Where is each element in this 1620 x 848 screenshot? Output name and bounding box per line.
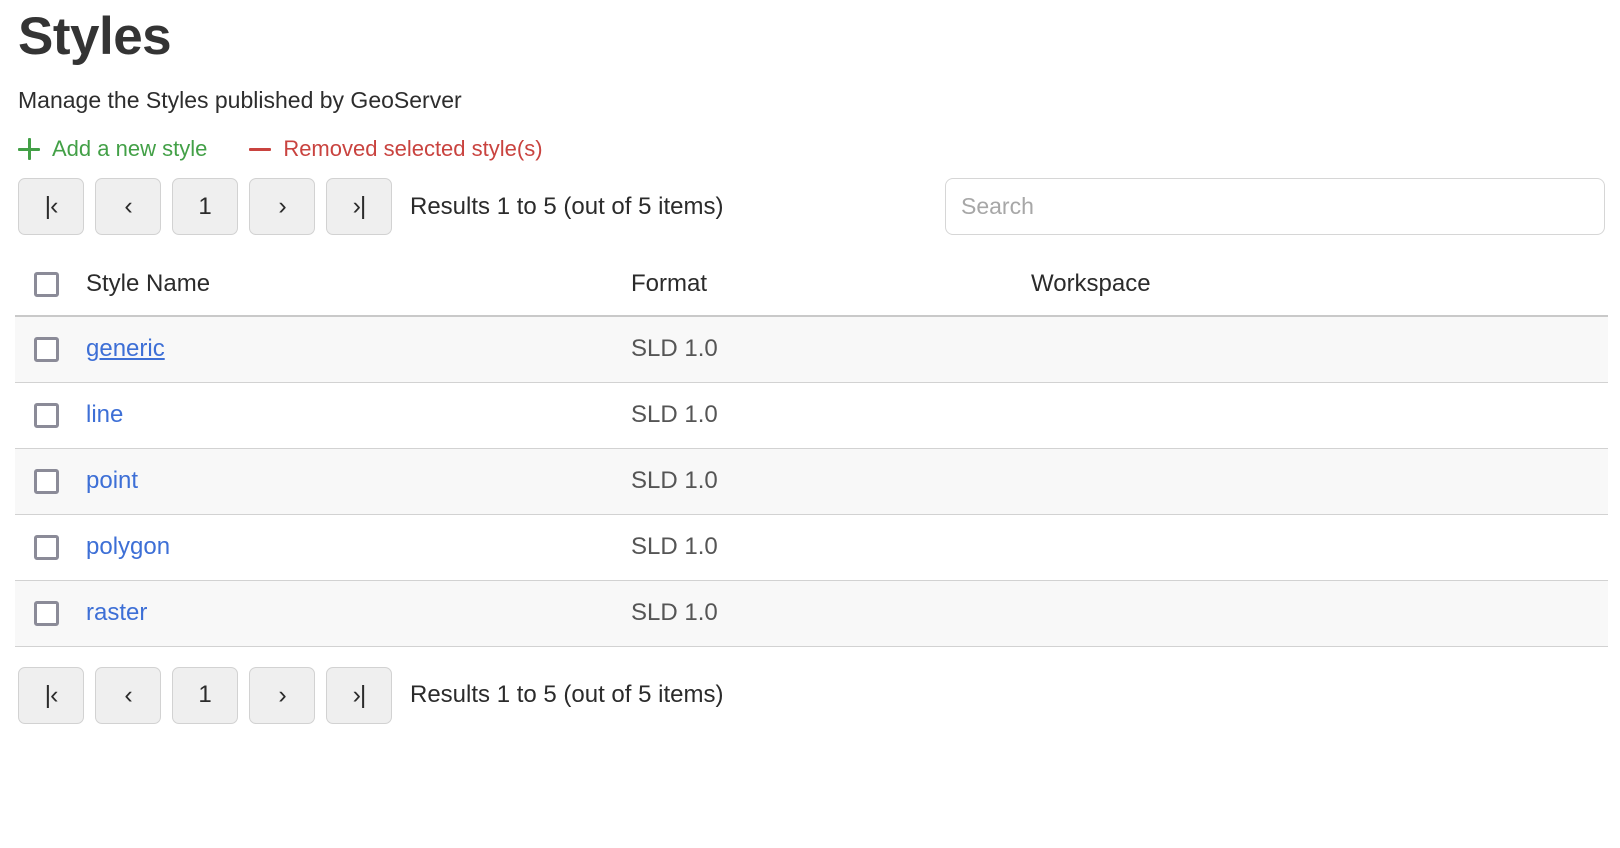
row-checkbox[interactable] xyxy=(34,336,59,362)
styles-table: Style Name Format Workspace generic SLD … xyxy=(15,253,1608,647)
last-page-button-top[interactable]: ›| xyxy=(326,178,392,236)
first-page-button-top[interactable]: |‹ xyxy=(18,178,84,236)
style-format-cell: SLD 1.0 xyxy=(631,448,1031,515)
pagination-top: |‹ ‹ 1 › ›| Results 1 to 5 (out of 5 ite… xyxy=(14,160,1606,236)
select-all-checkbox[interactable] xyxy=(34,271,59,297)
pagination-controls-bottom: |‹ ‹ 1 › ›| xyxy=(18,666,392,724)
remove-selected-styles-button[interactable]: Removed selected style(s) xyxy=(249,136,543,162)
row-checkbox[interactable] xyxy=(34,534,59,560)
style-link[interactable]: polygon xyxy=(86,533,170,560)
first-page-button-bottom[interactable]: |‹ xyxy=(18,666,84,724)
styles-page: Styles Manage the Styles published by Ge… xyxy=(0,0,1620,724)
style-name-cell: line xyxy=(81,382,631,449)
page-number-button-bottom[interactable]: 1 xyxy=(172,666,238,724)
style-workspace-cell xyxy=(1031,580,1608,647)
style-link[interactable]: line xyxy=(86,401,123,428)
next-page-button-top[interactable]: › xyxy=(249,178,315,236)
row-select-cell xyxy=(15,316,81,383)
next-page-button-bottom[interactable]: › xyxy=(249,666,315,724)
style-link[interactable]: raster xyxy=(86,599,147,626)
style-workspace-cell xyxy=(1031,382,1608,449)
row-select-cell xyxy=(15,382,81,449)
minus-icon xyxy=(249,138,272,160)
pagination-controls-top: |‹ ‹ 1 › ›| xyxy=(18,178,392,236)
style-link[interactable]: generic xyxy=(86,335,165,362)
style-format-cell: SLD 1.0 xyxy=(631,514,1031,581)
style-name-cell: polygon xyxy=(81,514,631,581)
search-container xyxy=(945,178,1605,236)
row-checkbox[interactable] xyxy=(34,402,59,428)
page-subtitle: Manage the Styles published by GeoServer xyxy=(18,86,462,113)
column-header-style-name[interactable]: Style Name xyxy=(81,253,631,318)
page-number-button-top[interactable]: 1 xyxy=(172,178,238,236)
style-workspace-cell xyxy=(1031,316,1608,383)
table-row: point SLD 1.0 xyxy=(15,448,1608,515)
row-select-cell xyxy=(15,580,81,647)
style-name-cell: point xyxy=(81,448,631,515)
style-format-cell: SLD 1.0 xyxy=(631,580,1031,647)
table-row: generic SLD 1.0 xyxy=(15,316,1608,383)
table-row: raster SLD 1.0 xyxy=(15,580,1608,647)
column-header-workspace[interactable]: Workspace xyxy=(1031,253,1608,318)
remove-selected-styles-label: Removed selected style(s) xyxy=(283,136,543,162)
results-status-bottom: Results 1 to 5 (out of 5 items) xyxy=(410,681,724,709)
previous-page-button-top[interactable]: ‹ xyxy=(95,178,161,236)
row-checkbox[interactable] xyxy=(34,468,59,494)
table-row: polygon SLD 1.0 xyxy=(15,514,1608,581)
table-header-row: Style Name Format Workspace xyxy=(15,253,1608,318)
results-status-top: Results 1 to 5 (out of 5 items) xyxy=(410,192,724,220)
column-header-format[interactable]: Format xyxy=(631,253,1031,318)
style-format-cell: SLD 1.0 xyxy=(631,382,1031,449)
style-name-cell: generic xyxy=(81,316,631,383)
add-new-style-label: Add a new style xyxy=(52,136,208,162)
style-workspace-cell xyxy=(1031,514,1608,581)
last-page-button-bottom[interactable]: ›| xyxy=(326,666,392,724)
table-body: generic SLD 1.0 line SLD 1.0 point SLD 1… xyxy=(15,316,1608,647)
select-all-header-cell xyxy=(15,253,81,318)
row-checkbox[interactable] xyxy=(34,600,59,626)
style-name-cell: raster xyxy=(81,580,631,647)
plus-icon xyxy=(18,138,40,161)
add-new-style-button[interactable]: Add a new style xyxy=(18,136,208,162)
previous-page-button-bottom[interactable]: ‹ xyxy=(95,666,161,724)
page-title: Styles xyxy=(18,7,172,66)
search-input[interactable] xyxy=(945,178,1605,236)
style-format-cell: SLD 1.0 xyxy=(631,316,1031,383)
table-row: line SLD 1.0 xyxy=(15,382,1608,449)
row-select-cell xyxy=(15,448,81,515)
table-header: Style Name Format Workspace xyxy=(15,253,1608,318)
style-link[interactable]: point xyxy=(86,467,138,494)
row-select-cell xyxy=(15,514,81,581)
style-workspace-cell xyxy=(1031,448,1608,515)
pagination-bottom: |‹ ‹ 1 › ›| Results 1 to 5 (out of 5 ite… xyxy=(14,647,1606,724)
action-toolbar: Add a new style Removed selected style(s… xyxy=(14,114,1606,162)
